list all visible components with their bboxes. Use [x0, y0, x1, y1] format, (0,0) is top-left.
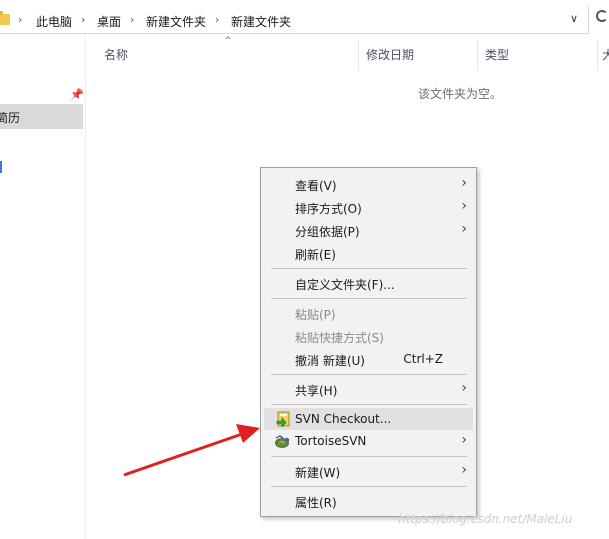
menu-item-label: TortoiseSVN — [295, 434, 367, 448]
column-header-size[interactable]: 大 — [602, 46, 609, 63]
menu-item-label: 分组依据(P) — [295, 225, 360, 239]
folder-icon — [0, 11, 10, 25]
menu-item-tortoisesvn[interactable]: TortoiseSVN › — [264, 430, 473, 452]
chevron-right-icon: › — [461, 221, 467, 237]
menu-item-customize-folder[interactable]: 自定义文件夹(F)... — [264, 272, 473, 294]
column-divider[interactable] — [358, 40, 359, 70]
menu-item-properties[interactable]: 属性(R) — [264, 490, 473, 512]
breadcrumb-new-folder-current[interactable]: 新建文件夹 — [231, 13, 291, 30]
menu-item-shortcut: Ctrl+Z — [403, 352, 443, 366]
column-divider[interactable] — [477, 40, 478, 70]
menu-item-label: 排序方式(O) — [295, 202, 362, 216]
chevron-right-icon: › — [461, 462, 467, 478]
menu-item-label: 刷新(E) — [295, 248, 336, 262]
menu-item-label: SVN Checkout... — [295, 412, 392, 426]
address-bar-divider — [588, 6, 589, 34]
menu-item-label: 粘贴(P) — [295, 308, 336, 322]
menu-item-label: 撤消 新建(U) — [295, 354, 365, 368]
menu-item-share[interactable]: 共享(H) › — [264, 378, 473, 400]
refresh-icon[interactable] — [596, 10, 608, 22]
navigation-pane: 📌 简历 — [0, 34, 86, 539]
column-divider[interactable] — [597, 40, 598, 70]
nav-item-marker — [0, 161, 2, 173]
column-header-name[interactable]: 名称 — [104, 46, 128, 63]
address-bar[interactable]: › 此电脑 › 桌面 › 新建文件夹 › 新建文件夹 ∨ — [0, 6, 588, 34]
breadcrumb-separator-icon[interactable]: › — [18, 13, 22, 26]
annotation-arrow-head — [236, 424, 260, 443]
context-menu: 查看(V) › 排序方式(O) › 分组依据(P) › 刷新(E) 自定义文件夹… — [260, 167, 477, 517]
menu-separator — [271, 298, 467, 299]
menu-separator — [271, 404, 467, 405]
menu-item-paste: 粘贴(P) — [264, 302, 473, 324]
sort-ascending-icon: ^ — [224, 36, 232, 46]
breadcrumb-desktop[interactable]: 桌面 — [97, 13, 121, 30]
breadcrumb-this-pc[interactable]: 此电脑 — [36, 13, 72, 30]
menu-item-label: 粘贴快捷方式(S) — [295, 331, 384, 345]
svn-checkout-icon — [276, 411, 290, 427]
menu-separator — [271, 268, 467, 269]
menu-item-view[interactable]: 查看(V) › — [264, 173, 473, 195]
chevron-right-icon: › — [461, 198, 467, 214]
tortoise-svn-icon — [275, 435, 290, 448]
chevron-right-icon: › — [461, 432, 467, 448]
menu-item-paste-shortcut: 粘贴快捷方式(S) — [264, 325, 473, 347]
breadcrumb-new-folder[interactable]: 新建文件夹 — [146, 13, 206, 30]
menu-item-svn-checkout[interactable]: SVN Checkout... — [264, 408, 473, 430]
menu-separator — [271, 456, 467, 457]
breadcrumb-separator-icon[interactable]: › — [130, 13, 134, 26]
nav-item-label: 简历 — [0, 111, 21, 125]
menu-item-label: 属性(R) — [295, 496, 337, 510]
pin-icon[interactable]: 📌 — [70, 88, 84, 101]
menu-item-refresh[interactable]: 刷新(E) — [264, 242, 473, 264]
watermark: https://blog.csdn.net/MaleLiu — [398, 512, 573, 526]
menu-item-label: 新建(W) — [295, 466, 341, 480]
breadcrumb-separator-icon[interactable]: › — [81, 13, 85, 26]
annotation-arrow-line — [123, 431, 246, 477]
menu-item-label: 共享(H) — [295, 384, 338, 398]
menu-separator — [271, 374, 467, 375]
menu-item-sort-by[interactable]: 排序方式(O) › — [264, 196, 473, 218]
menu-item-label: 自定义文件夹(F)... — [295, 278, 395, 292]
empty-folder-message: 该文件夹为空。 — [418, 87, 503, 101]
column-header-modified-date[interactable]: 修改日期 — [366, 46, 414, 63]
breadcrumb-separator-icon[interactable]: › — [215, 13, 219, 26]
menu-item-undo-new[interactable]: 撤消 新建(U) Ctrl+Z — [264, 348, 473, 370]
menu-item-new[interactable]: 新建(W) › — [264, 460, 473, 482]
menu-item-group-by[interactable]: 分组依据(P) › — [264, 219, 473, 241]
address-dropdown-icon[interactable]: ∨ — [570, 12, 578, 25]
menu-separator — [271, 486, 467, 487]
chevron-right-icon: › — [461, 175, 467, 191]
menu-item-label: 查看(V) — [295, 179, 337, 193]
chevron-right-icon: › — [461, 380, 467, 396]
column-header-type[interactable]: 类型 — [485, 46, 509, 63]
